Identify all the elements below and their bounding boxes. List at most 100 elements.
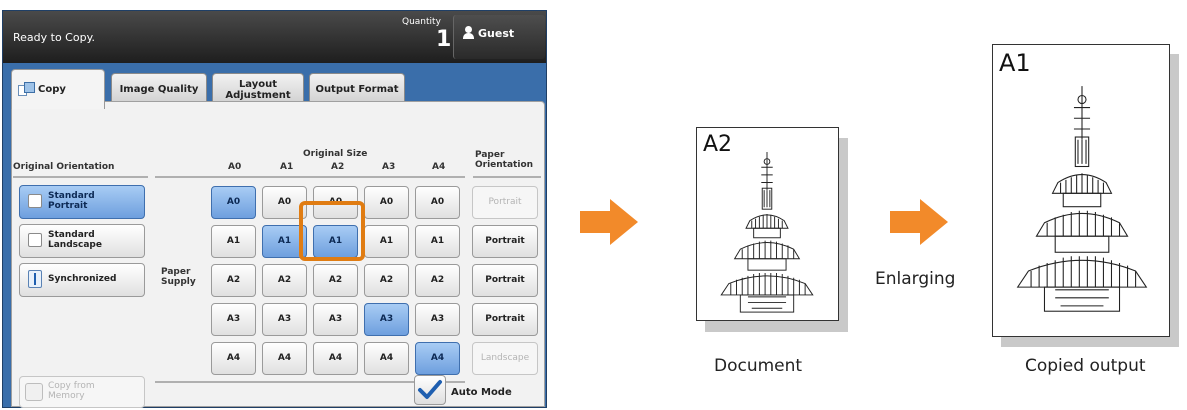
quantity-label: Quantity bbox=[402, 17, 441, 27]
output-caption: Copied output bbox=[1025, 356, 1146, 376]
paper-orientation-label: Portrait bbox=[488, 196, 522, 207]
standard-portrait-label: Standard Portrait bbox=[48, 191, 95, 211]
size-cell-label: A2 bbox=[277, 274, 292, 285]
auto-mode-label: Auto Mode bbox=[451, 387, 512, 398]
tab-copy[interactable]: Copy bbox=[11, 69, 105, 109]
paper-orientation-label: Portrait bbox=[485, 313, 525, 324]
paper-orientation-button[interactable]: Portrait bbox=[472, 264, 538, 297]
pagoda-icon bbox=[720, 152, 814, 313]
original-size-header: Original Size bbox=[303, 149, 368, 159]
size-cell[interactable]: A0 bbox=[415, 186, 460, 219]
size-cell[interactable]: A3 bbox=[364, 303, 409, 336]
size-cell-label: A3 bbox=[430, 313, 445, 324]
arrow-right-icon bbox=[580, 199, 638, 245]
size-cell[interactable]: A4 bbox=[415, 342, 460, 375]
copy-from-memory-button[interactable]: Copy from Memory bbox=[19, 376, 145, 408]
column-header: A3 bbox=[382, 162, 396, 172]
size-cell-label: A2 bbox=[226, 274, 241, 285]
paper-orientation-label: Portrait bbox=[485, 274, 525, 285]
synchronized-label: Synchronized bbox=[48, 274, 117, 285]
size-cell-label: A0 bbox=[226, 196, 241, 207]
size-cell[interactable]: A2 bbox=[415, 264, 460, 297]
size-cell-label: A1 bbox=[430, 235, 445, 246]
column-header: A1 bbox=[280, 162, 294, 172]
size-cell[interactable]: A3 bbox=[211, 303, 256, 336]
paper-orientation-label: Landscape bbox=[480, 352, 530, 363]
document-caption: Document bbox=[714, 356, 803, 376]
orientation-header: Original Orientation bbox=[13, 162, 115, 172]
selection-highlight bbox=[299, 201, 365, 261]
copier-panel: Ready to Copy. Quantity 1 Guest Copy Ima… bbox=[2, 10, 547, 408]
column-header: A4 bbox=[432, 162, 446, 172]
size-cell[interactable]: A2 bbox=[364, 264, 409, 297]
copy-from-memory-label: Copy from Memory bbox=[48, 381, 95, 401]
size-cell-label: A1 bbox=[226, 235, 241, 246]
memory-icon bbox=[25, 383, 43, 401]
tab-image-quality-label: Image Quality bbox=[119, 84, 199, 95]
pagoda-icon bbox=[1016, 86, 1148, 312]
arrow-right-icon bbox=[890, 199, 948, 245]
paper-orientation-button[interactable]: Landscape bbox=[472, 342, 538, 375]
status-text: Ready to Copy. bbox=[13, 31, 96, 44]
size-cell[interactable]: A3 bbox=[415, 303, 460, 336]
column-header: A0 bbox=[228, 162, 242, 172]
size-cell-label: A3 bbox=[379, 313, 394, 324]
size-cell-label: A4 bbox=[277, 352, 292, 363]
standard-landscape-label: Standard Landscape bbox=[48, 230, 102, 250]
size-cell[interactable]: A1 bbox=[415, 225, 460, 258]
size-cell[interactable]: A4 bbox=[364, 342, 409, 375]
size-cell-label: A3 bbox=[328, 313, 343, 324]
size-cell-label: A2 bbox=[328, 274, 343, 285]
paper-orientation-label: Portrait bbox=[485, 235, 525, 246]
size-cell[interactable]: A3 bbox=[262, 303, 307, 336]
size-cell[interactable]: A2 bbox=[262, 264, 307, 297]
size-cell[interactable]: A2 bbox=[313, 264, 358, 297]
size-cell[interactable]: A1 bbox=[364, 225, 409, 258]
size-cell[interactable]: A1 bbox=[211, 225, 256, 258]
divider bbox=[473, 176, 541, 178]
size-cell-label: A2 bbox=[379, 274, 394, 285]
paper-orientation-button[interactable]: Portrait bbox=[472, 186, 538, 219]
size-cell-label: A3 bbox=[226, 313, 241, 324]
paper-orientation-button[interactable]: Portrait bbox=[472, 303, 538, 336]
divider bbox=[13, 176, 148, 178]
size-cell[interactable]: A4 bbox=[211, 342, 256, 375]
document-sheet: A2 bbox=[696, 127, 839, 321]
size-cell[interactable]: A0 bbox=[364, 186, 409, 219]
size-cell-label: A0 bbox=[430, 196, 445, 207]
size-cell[interactable]: A0 bbox=[211, 186, 256, 219]
checkmark-icon bbox=[418, 380, 442, 399]
divider bbox=[155, 176, 465, 178]
standard-landscape-button[interactable]: Standard Landscape bbox=[19, 224, 145, 258]
paper-orientation-header: Paper Orientation bbox=[475, 150, 534, 170]
size-cell-label: A1 bbox=[277, 235, 292, 246]
copy-icon bbox=[18, 82, 36, 96]
size-cell-label: A4 bbox=[226, 352, 241, 363]
size-cell-label: A0 bbox=[277, 196, 292, 207]
size-cell-label: A4 bbox=[328, 352, 343, 363]
size-cell[interactable]: A4 bbox=[262, 342, 307, 375]
enlarging-label: Enlarging bbox=[875, 269, 956, 289]
synchronized-button[interactable]: Synchronized bbox=[19, 263, 145, 297]
auto-mode-checkbox[interactable] bbox=[414, 375, 446, 405]
user-icon bbox=[463, 26, 474, 39]
quantity-value: 1 bbox=[436, 27, 452, 52]
tab-copy-label: Copy bbox=[38, 84, 66, 95]
size-cell-label: A4 bbox=[379, 352, 394, 363]
size-cell[interactable]: A2 bbox=[211, 264, 256, 297]
tab-output-format-label: Output Format bbox=[315, 84, 399, 95]
size-cell[interactable]: A3 bbox=[313, 303, 358, 336]
checkbox-icon bbox=[28, 194, 42, 208]
paper-orientation-button[interactable]: Portrait bbox=[472, 225, 538, 258]
status-bar: Ready to Copy. Quantity 1 Guest bbox=[3, 11, 546, 63]
size-cell-label: A4 bbox=[430, 352, 445, 363]
size-cell-label: A2 bbox=[430, 274, 445, 285]
size-cell[interactable]: A4 bbox=[313, 342, 358, 375]
size-cell-label: A1 bbox=[379, 235, 394, 246]
size-cell-label: A0 bbox=[379, 196, 394, 207]
standard-portrait-button[interactable]: Standard Portrait bbox=[19, 185, 145, 219]
tab-layout-adjustment-label: Layout Adjustment bbox=[225, 78, 291, 101]
guest-button[interactable]: Guest bbox=[453, 15, 545, 59]
sync-icon bbox=[28, 270, 42, 288]
column-header: A2 bbox=[331, 162, 345, 172]
